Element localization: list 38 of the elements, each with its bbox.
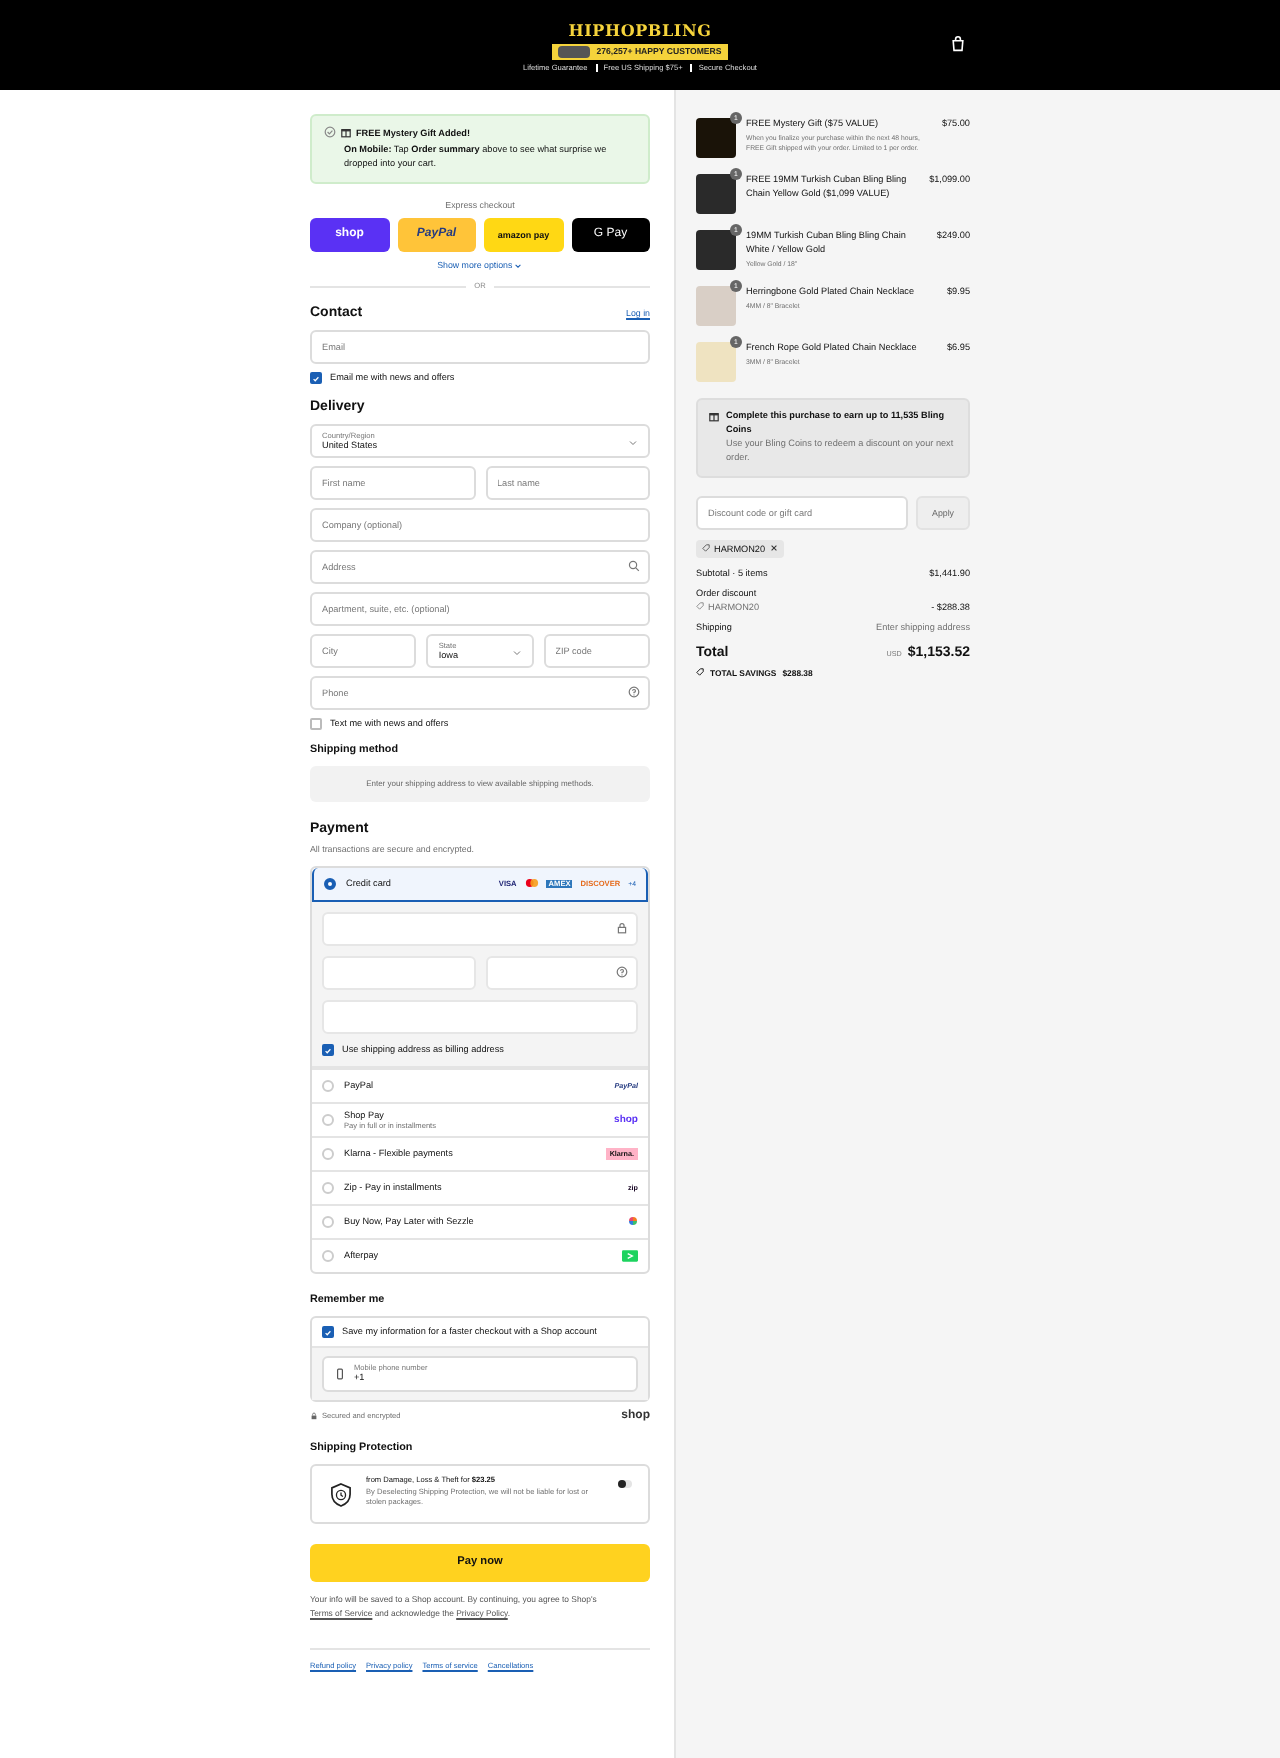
check-circle-icon — [324, 126, 336, 138]
checkbox[interactable] — [322, 1325, 334, 1338]
card-number-field[interactable] — [322, 911, 638, 946]
photo-placeholder — [558, 45, 591, 57]
checkbox[interactable] — [310, 717, 322, 730]
chevron-down-icon — [514, 261, 523, 270]
product-photo-placeholder — [696, 174, 736, 214]
sezzle-logo-icon — [628, 1216, 638, 1227]
search-icon — [628, 560, 640, 573]
chevron-down-icon — [511, 647, 522, 658]
product-photo-placeholder — [696, 118, 736, 158]
gift-icon — [340, 126, 352, 138]
product-photo-placeholder — [696, 230, 736, 270]
tag-icon — [702, 544, 710, 553]
help-icon[interactable] — [628, 686, 640, 699]
checkbox[interactable] — [322, 1043, 334, 1056]
tag-icon — [696, 602, 704, 611]
checkbox[interactable] — [310, 371, 322, 384]
product-photo-placeholder — [696, 342, 736, 382]
remove-discount-button[interactable] — [769, 544, 778, 553]
lock-icon — [616, 922, 628, 935]
security-code-field[interactable] — [485, 955, 638, 990]
tag-icon — [696, 668, 704, 677]
protection-toggle[interactable] — [618, 1479, 632, 1488]
mastercard-logo-icon — [524, 878, 541, 889]
gift-icon — [708, 410, 720, 422]
expiry-date-field[interactable] — [322, 955, 475, 990]
name-on-card-field[interactable] — [322, 999, 638, 1034]
product-photo-placeholder — [696, 286, 736, 326]
chevron-down-icon — [628, 437, 638, 448]
shield-icon — [328, 1481, 354, 1508]
phone-icon — [334, 1367, 346, 1380]
help-icon[interactable] — [616, 966, 628, 979]
store-logo[interactable]: HIPHOPBLING — [568, 19, 712, 39]
shopping-bag-icon[interactable] — [950, 36, 966, 52]
lock-icon — [310, 1411, 318, 1420]
afterpay-logo-icon — [622, 1249, 638, 1262]
radio-button[interactable] — [324, 877, 336, 890]
